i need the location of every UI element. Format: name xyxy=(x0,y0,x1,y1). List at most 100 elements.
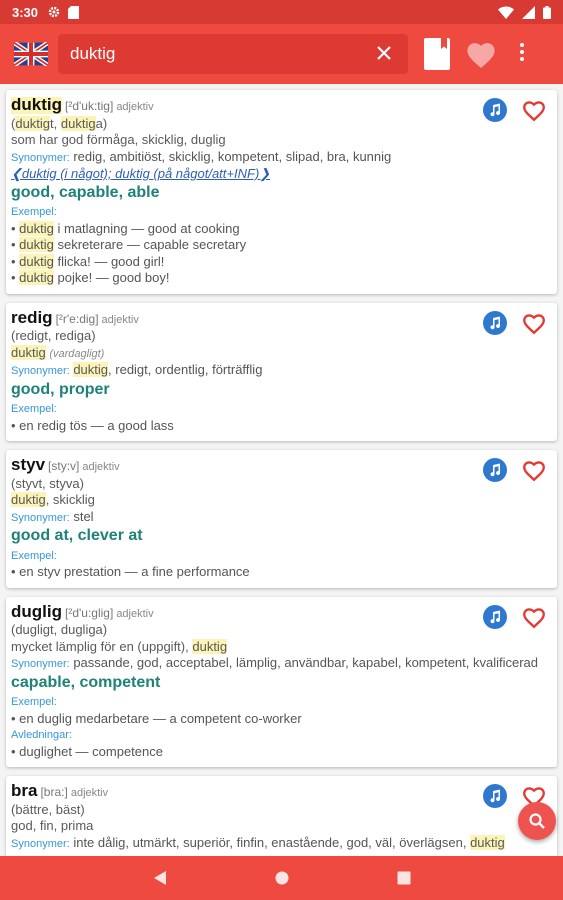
entry-card-styv[interactable]: styv [sty:v] adjektiv (styvt, styva) duk… xyxy=(6,450,557,588)
inflections: (dugligt, dugliga) xyxy=(11,622,108,637)
example: • en styv prestation — a fine performanc… xyxy=(11,564,250,579)
battery-icon xyxy=(543,5,551,19)
more-vert-icon xyxy=(520,43,524,61)
music-note-icon xyxy=(490,316,501,329)
pronunciation: [bra:] xyxy=(40,785,68,799)
nav-back-button[interactable] xyxy=(148,866,172,890)
headword: styv xyxy=(11,455,46,474)
synonyms: Synonymer: inte dålig, utmärkt, superiör… xyxy=(11,834,505,850)
favorite-button[interactable] xyxy=(521,98,547,122)
clear-search-button[interactable] xyxy=(372,41,396,67)
synonyms: Synonymer: stel xyxy=(11,508,94,524)
collocations-link[interactable]: ❮duktig (i något); duktig (på något/att+… xyxy=(11,166,547,183)
music-note-icon xyxy=(490,610,501,623)
examples-label: Exempel: xyxy=(11,549,57,562)
pronunciation: [²d'uk:tig] xyxy=(65,99,114,113)
examples-label: Exempel: xyxy=(11,403,57,415)
play-audio-button[interactable] xyxy=(483,98,507,122)
favorite-button[interactable] xyxy=(521,458,547,482)
pronunciation: [²d'u:glig] xyxy=(64,605,114,620)
nav-recents-button[interactable] xyxy=(392,866,416,890)
derivation: • duglighet — competence xyxy=(11,743,163,759)
back-icon xyxy=(153,871,166,885)
example: • duktig i matlagning — good at cooking xyxy=(11,220,240,236)
app-bar xyxy=(0,24,563,84)
play-audio-button[interactable] xyxy=(483,784,507,808)
music-note-icon xyxy=(490,789,501,803)
translation: capable, competent xyxy=(11,673,161,691)
definition: som har god förmåga, skicklig, duglig xyxy=(11,132,226,147)
headword: duglig xyxy=(11,601,62,621)
sense: duktig (vardagligt) xyxy=(11,344,105,360)
play-audio-button[interactable] xyxy=(483,310,507,335)
sd-card-icon xyxy=(68,5,80,19)
favorite-button[interactable] xyxy=(521,605,547,629)
search-input[interactable] xyxy=(70,44,372,64)
example: • duktig sekreterare — capable secretary xyxy=(11,237,247,252)
heart-outline-icon xyxy=(523,313,545,334)
example: • en duglig medarbetare — a competent co… xyxy=(11,710,302,726)
pronunciation: [sty:v] xyxy=(48,459,80,473)
recents-icon xyxy=(397,871,410,885)
example: • en redig tös — a good lass xyxy=(11,417,174,433)
pronunciation: [²r'e:dig] xyxy=(55,311,99,326)
examples-label: Exempel: xyxy=(11,206,57,218)
music-note-icon xyxy=(490,463,501,477)
inflections: (duktigt, duktiga) xyxy=(11,115,108,131)
translation: good, proper xyxy=(11,380,110,398)
heart-outline-icon xyxy=(523,607,545,628)
results-list[interactable]: duktig [²d'uk:tig] adjektiv (duktigt, du… xyxy=(0,84,563,856)
signal-icon xyxy=(522,5,535,19)
definition: mycket lämplig för en (uppgift), duktig xyxy=(11,638,228,654)
definition: god, fin, prima xyxy=(11,818,94,833)
inflections: (bättre, bäst) xyxy=(11,801,85,817)
example: • duktig pojke! — good boy! xyxy=(11,270,170,285)
headword: bra xyxy=(11,781,38,800)
book-icon xyxy=(424,38,450,70)
search-icon xyxy=(529,813,545,829)
entry-card-duktig[interactable]: duktig [²d'uk:tig] adjektiv (duktigt, du… xyxy=(6,90,557,294)
entry-card-bra[interactable]: bra [bra:] adjektiv (bättre, bäst) god, … xyxy=(6,776,557,856)
headword: duktig xyxy=(11,95,62,114)
heart-outline-icon xyxy=(523,461,545,482)
heart-outline-icon xyxy=(523,101,545,122)
search-fab[interactable] xyxy=(518,802,556,840)
part-of-speech: adjektiv xyxy=(70,787,109,799)
part-of-speech: adjektiv xyxy=(116,101,154,113)
entry-card-redig[interactable]: redig [²r'e:dig] adjektiv (redigt, redig… xyxy=(6,302,557,441)
derivations-label: Avledningar: xyxy=(11,729,72,741)
part-of-speech: adjektiv xyxy=(116,607,154,620)
entry-card-duglig[interactable]: duglig [²d'u:glig] adjektiv (dugligt, du… xyxy=(6,596,557,767)
history-button[interactable] xyxy=(424,38,450,70)
home-icon xyxy=(275,871,288,885)
examples-label: Exempel: xyxy=(11,696,57,708)
favorites-button[interactable] xyxy=(464,39,498,69)
inflections: (styvt, styva) xyxy=(11,475,84,491)
gear-icon xyxy=(48,6,60,18)
music-note-icon xyxy=(490,103,501,117)
play-audio-button[interactable] xyxy=(483,604,507,629)
navigation-bar xyxy=(0,856,563,900)
overflow-menu-button[interactable] xyxy=(512,42,532,66)
sense: duktig, skicklig xyxy=(11,492,95,507)
headword: redig xyxy=(11,307,53,327)
inflections: (redigt, rediga) xyxy=(11,328,96,343)
favorite-button[interactable] xyxy=(521,311,547,335)
nav-home-button[interactable] xyxy=(270,866,294,890)
status-time: 3:30 xyxy=(12,4,39,20)
example: • duktig flicka! — good girl! xyxy=(11,253,165,269)
play-audio-button[interactable] xyxy=(483,458,507,482)
synonyms: Synonymer: duktig, redigt, ordentlig, fö… xyxy=(11,362,263,377)
wifi-icon xyxy=(498,5,514,19)
part-of-speech: adjektiv xyxy=(82,461,120,473)
translation: good, capable, able xyxy=(11,183,160,201)
status-bar: 3:30 xyxy=(0,0,563,24)
heart-icon xyxy=(467,43,495,69)
synonyms: Synonymer: redig, ambitiöst, skicklig, k… xyxy=(11,148,392,164)
part-of-speech: adjektiv xyxy=(101,313,139,326)
synonyms: Synonymer: passande, god, acceptabel, lä… xyxy=(11,655,539,670)
search-box xyxy=(58,34,408,74)
uk-flag-icon[interactable] xyxy=(14,42,48,66)
close-icon xyxy=(377,46,391,60)
translation: good at, clever at xyxy=(11,527,143,544)
